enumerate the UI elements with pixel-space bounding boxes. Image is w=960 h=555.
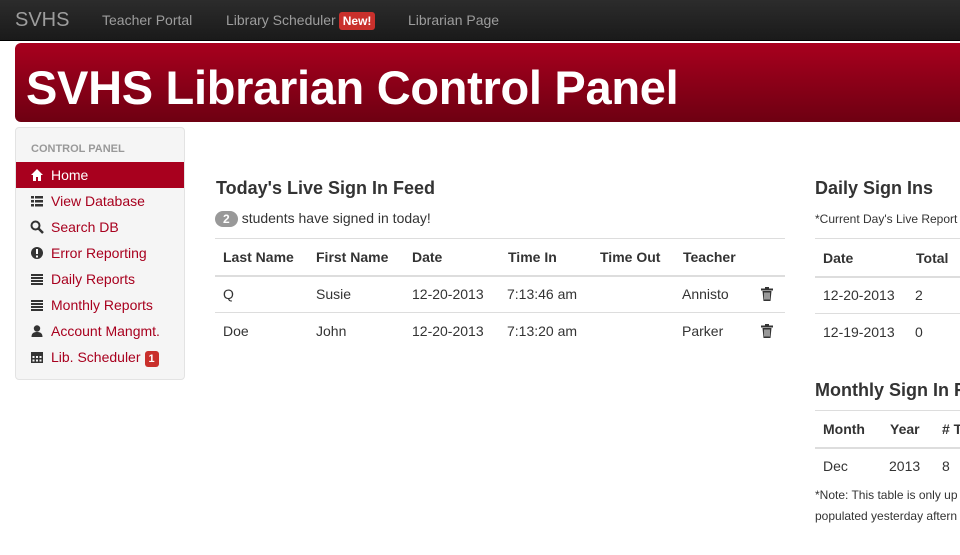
sidebar-item-monthly-reports[interactable]: Monthly Reports	[16, 292, 184, 318]
sidebar-item-home[interactable]: Home	[16, 162, 184, 188]
hero-banner: SVHS Librarian Control Panel	[15, 43, 960, 122]
sidebar-item-view-database[interactable]: View Database	[16, 188, 184, 214]
cell-total: 0	[915, 324, 923, 340]
sidebar-item-label: Home	[51, 167, 89, 183]
signed-in-text: students have signed in today!	[241, 210, 431, 226]
daily-note: *Current Day's Live Report	[815, 212, 958, 226]
divider	[815, 238, 960, 239]
nav-teacher-portal[interactable]: Teacher Portal	[102, 12, 192, 28]
column-header: First Name	[316, 249, 389, 265]
user-icon	[31, 325, 43, 337]
sidebar-item-label: Monthly Reports	[51, 297, 153, 313]
report-list-icon	[31, 300, 43, 311]
cell-month: Dec	[823, 458, 848, 474]
column-header: Teacher	[683, 249, 736, 265]
trash-icon[interactable]	[761, 287, 773, 301]
cell-year: 2013	[889, 458, 921, 474]
top-navbar: SVHS Teacher Portal Library Scheduler New…	[0, 0, 960, 41]
sidebar-item-search-db[interactable]: Search DB	[16, 214, 184, 240]
sidebar-item-lib-scheduler[interactable]: Lib. Scheduler 1	[16, 344, 184, 370]
cell-last-name: Q	[223, 286, 234, 302]
daily-sign-ins-title: Daily Sign Ins	[815, 178, 934, 198]
divider	[215, 312, 785, 313]
cell-date: 12-20-2013	[412, 323, 484, 339]
cell-time-in: 7:13:46 am	[507, 286, 578, 302]
column-header: # T	[942, 421, 960, 437]
sidebar-item-account-management[interactable]: Account Mangmt.	[16, 318, 184, 344]
divider	[215, 238, 785, 239]
sidebar-item-label: Error Reporting	[51, 245, 147, 261]
cell-teacher: Annisto	[682, 286, 729, 302]
signed-in-count-badge: 2	[215, 211, 238, 227]
column-header: Time Out	[600, 249, 661, 265]
divider	[815, 410, 960, 411]
nav-library-scheduler[interactable]: Library Scheduler New!	[226, 12, 376, 30]
column-header: Time In	[508, 249, 557, 265]
divider	[815, 447, 960, 449]
trash-icon[interactable]	[761, 324, 773, 338]
column-header: Date	[823, 250, 854, 266]
cell-last-name: Doe	[223, 323, 249, 339]
scheduler-count-badge: 1	[144, 351, 159, 367]
sidebar-item-error-reporting[interactable]: Error Reporting	[16, 240, 184, 266]
column-header: Total	[916, 250, 949, 266]
report-list-icon	[31, 274, 43, 285]
sidebar-item-daily-reports[interactable]: Daily Reports	[16, 266, 184, 292]
nav-librarian-page[interactable]: Librarian Page	[408, 12, 499, 28]
sidebar-item-label: Daily Reports	[51, 271, 136, 287]
divider	[815, 276, 960, 278]
cell-date: 12-19-2013	[823, 324, 895, 340]
sidebar-item-lib-scheduler-text: Lib. Scheduler 1	[51, 349, 159, 367]
cell-date: 12-20-2013	[412, 286, 484, 302]
monthly-sign-ins-title: Monthly Sign In R	[815, 380, 960, 400]
column-header: Month	[823, 421, 865, 437]
monthly-note: *Note: This table is only up	[815, 488, 958, 502]
sidebar: Control Panel Home View Database Search …	[15, 127, 185, 380]
cell-time-in: 7:13:20 am	[507, 323, 578, 339]
new-badge: New!	[338, 12, 376, 30]
calendar-icon	[31, 352, 43, 363]
column-header: Year	[890, 421, 920, 437]
nav-library-scheduler-label: Library Scheduler	[226, 12, 336, 28]
navbar-brand[interactable]: SVHS	[15, 9, 69, 32]
divider	[815, 313, 960, 314]
sidebar-item-label: View Database	[51, 193, 145, 209]
sidebar-item-label: Search DB	[51, 219, 119, 235]
cell-first-name: John	[316, 323, 347, 339]
column-header: Date	[412, 249, 443, 265]
live-feed-title: Today's Live Sign In Feed	[216, 178, 435, 198]
exclamation-circle-icon	[31, 247, 43, 259]
search-icon	[30, 220, 44, 234]
column-header: Last Name	[223, 249, 294, 265]
home-icon	[31, 169, 43, 181]
list-icon	[31, 196, 43, 207]
sidebar-item-label: Lib. Scheduler	[51, 349, 141, 365]
signed-in-summary: 2 students have signed in today!	[215, 210, 431, 227]
page-title: SVHS Librarian Control Panel	[26, 61, 679, 114]
sidebar-header: Control Panel	[31, 143, 125, 155]
sidebar-item-label: Account Mangmt.	[51, 323, 160, 339]
divider	[215, 275, 785, 277]
cell-teacher: Parker	[682, 323, 724, 339]
cell-first-name: Susie	[316, 286, 352, 302]
monthly-note-continued: populated yesterday aftern	[815, 509, 958, 523]
cell-date: 12-20-2013	[823, 287, 895, 303]
cell-total: 2	[915, 287, 923, 303]
cell-total: 8	[942, 458, 950, 474]
